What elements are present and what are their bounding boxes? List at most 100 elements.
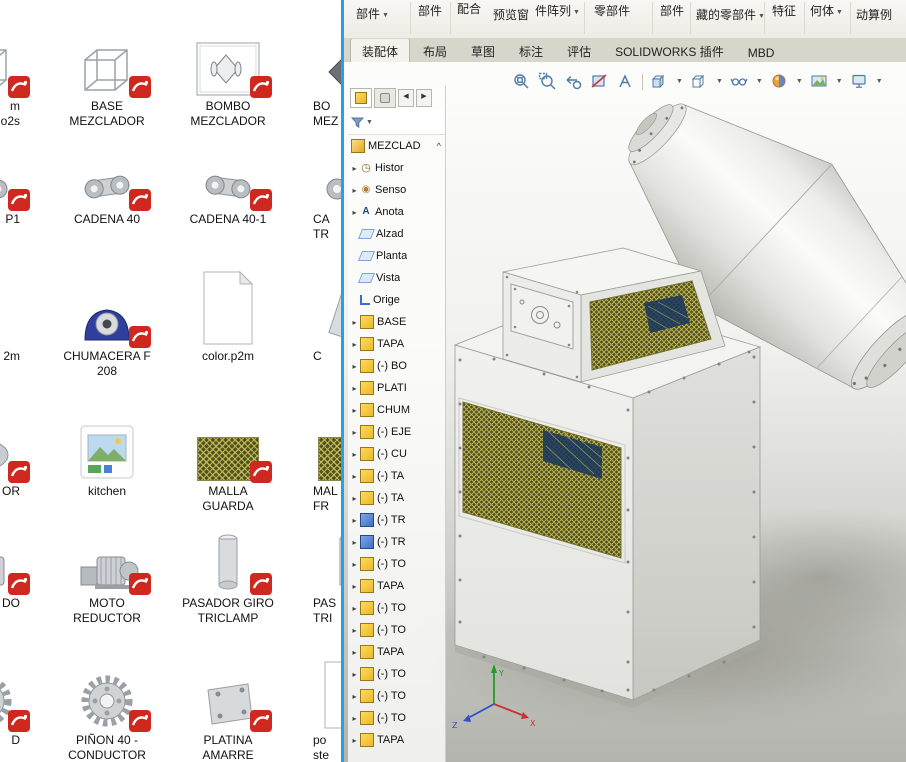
- tab-sketch[interactable]: 草图: [460, 39, 506, 63]
- tab-evaluate[interactable]: 评估: [556, 39, 602, 63]
- ribbon-command[interactable]: 部件: [418, 2, 442, 19]
- file-item[interactable]: BOMBOMEZCLADOR: [168, 18, 288, 129]
- expand-icon[interactable]: ▸: [350, 208, 359, 217]
- tree-item[interactable]: ▸(-) TR: [348, 509, 445, 531]
- tree-root[interactable]: MEZCLAD ^: [348, 135, 445, 157]
- hide-show-items-icon[interactable]: [730, 72, 749, 91]
- file-item[interactable]: D: [0, 652, 46, 748]
- expand-icon[interactable]: ▸: [350, 472, 359, 481]
- viewport[interactable]: Y X Z ▼ ▼ ▼ ▼: [344, 62, 906, 762]
- expand-icon[interactable]: ▸: [350, 736, 359, 745]
- dropdown-caret-icon[interactable]: ▼: [876, 78, 883, 85]
- expand-icon[interactable]: ▸: [350, 692, 359, 701]
- tree-item[interactable]: ▸Senso: [348, 179, 445, 201]
- expand-icon[interactable]: ▸: [350, 604, 359, 613]
- expand-icon[interactable]: ▸: [350, 582, 359, 591]
- dropdown-caret-icon[interactable]: ▼: [836, 78, 843, 85]
- tree-item[interactable]: ▸(-) TO: [348, 663, 445, 685]
- expand-icon[interactable]: ▸: [350, 626, 359, 635]
- property-manager-tab[interactable]: [374, 88, 396, 108]
- file-item[interactable]: CADENA 40-1: [168, 131, 288, 227]
- tree-item[interactable]: ▸(-) TA: [348, 465, 445, 487]
- ribbon-command[interactable]: 配合: [457, 0, 481, 17]
- file-item[interactable]: PIÑON 40 -CONDUCTOR: [47, 652, 167, 762]
- file-item[interactable]: PASTRI: [289, 515, 341, 626]
- expand-icon[interactable]: ▸: [350, 538, 359, 547]
- dropdown-caret-icon[interactable]: ▼: [756, 78, 763, 85]
- section-view-icon[interactable]: [590, 72, 609, 91]
- file-item[interactable]: kitchen: [47, 403, 167, 499]
- tree-item[interactable]: ▸(-) TO: [348, 553, 445, 575]
- ribbon-command[interactable]: 藏的零部件▼: [696, 6, 765, 23]
- tree-item[interactable]: ▸TAPA: [348, 333, 445, 355]
- tree-item[interactable]: Planta: [348, 245, 445, 267]
- ribbon-command[interactable]: 部件: [660, 2, 684, 19]
- file-item[interactable]: PASADOR GIROTRICLAMP: [168, 515, 288, 626]
- zoom-fit-icon[interactable]: [512, 72, 531, 91]
- ribbon-command[interactable]: 零部件: [594, 2, 630, 19]
- expand-icon[interactable]: ▸: [350, 340, 359, 349]
- view-settings-icon[interactable]: [850, 72, 869, 91]
- file-item[interactable]: CHUMACERA F208: [47, 268, 167, 379]
- file-item[interactable]: DO: [0, 515, 46, 611]
- tree-filter[interactable]: ▼: [348, 110, 445, 135]
- tree-item[interactable]: ▸(-) TO: [348, 707, 445, 729]
- tab-layout[interactable]: 布局: [412, 39, 458, 63]
- feature-tree-tab[interactable]: [350, 88, 372, 108]
- file-item[interactable]: CATR: [289, 131, 341, 242]
- file-item[interactable]: BOMEZ: [289, 18, 341, 129]
- view-orientation-icon[interactable]: [650, 72, 669, 91]
- dropdown-caret-icon[interactable]: ▼: [796, 78, 803, 85]
- expand-icon[interactable]: ▸: [350, 670, 359, 679]
- tree-item[interactable]: ▸(-) TO: [348, 685, 445, 707]
- ribbon-command[interactable]: 动算例: [856, 6, 892, 23]
- expand-icon[interactable]: ▸: [350, 560, 359, 569]
- dropdown-caret-icon[interactable]: ▼: [716, 78, 723, 85]
- tree-item[interactable]: Orige: [348, 289, 445, 311]
- apply-scene-icon[interactable]: [810, 72, 829, 91]
- tree-item[interactable]: ▸(-) TO: [348, 619, 445, 641]
- file-item[interactable]: color.p2m: [168, 268, 288, 364]
- tree-item[interactable]: ▸(-) TR: [348, 531, 445, 553]
- tree-item[interactable]: Vista: [348, 267, 445, 289]
- tab-annotation[interactable]: 标注: [508, 39, 554, 63]
- ribbon-command[interactable]: 预览窗: [493, 6, 529, 23]
- expand-icon[interactable]: ▸: [350, 714, 359, 723]
- tree-item[interactable]: Alzad: [348, 223, 445, 245]
- tree-item[interactable]: ▸Histor: [348, 157, 445, 179]
- tab-solidworks-addins[interactable]: SOLIDWORKS 插件: [604, 39, 735, 63]
- expand-icon[interactable]: ▸: [350, 406, 359, 415]
- file-item[interactable]: MALFR: [289, 403, 341, 514]
- tree-item[interactable]: ▸Anota: [348, 201, 445, 223]
- file-item[interactable]: P1: [0, 131, 46, 227]
- tree-item[interactable]: ▸(-) CU: [348, 443, 445, 465]
- ribbon-command[interactable]: 部件▼: [356, 5, 389, 22]
- expand-icon[interactable]: ▸: [350, 186, 359, 195]
- file-item[interactable]: CADENA 40: [47, 131, 167, 227]
- tree-item[interactable]: ▸TAPA: [348, 575, 445, 597]
- ribbon-command[interactable]: 特征: [772, 2, 796, 19]
- dynamic-annotation-icon[interactable]: [616, 72, 635, 91]
- file-item[interactable]: OR: [0, 403, 46, 499]
- file-item[interactable]: MOTOREDUCTOR: [47, 515, 167, 626]
- expand-icon[interactable]: ▸: [350, 318, 359, 327]
- tab-assembly[interactable]: 装配体: [350, 38, 410, 64]
- dropdown-caret-icon[interactable]: ▼: [676, 78, 683, 85]
- tree-item[interactable]: ▸(-) TA: [348, 487, 445, 509]
- file-item[interactable]: PLATINAAMARRE: [168, 652, 288, 762]
- tree-item[interactable]: ▸TAPA: [348, 641, 445, 663]
- panel-forward-button[interactable]: ▶: [416, 89, 432, 107]
- tab-mbd[interactable]: MBD: [737, 42, 786, 63]
- expand-icon[interactable]: ▸: [350, 164, 359, 173]
- tree-item[interactable]: ▸CHUM: [348, 399, 445, 421]
- display-style-icon[interactable]: [690, 72, 709, 91]
- tree-item[interactable]: ▸PLATI: [348, 377, 445, 399]
- file-item[interactable]: C: [289, 268, 341, 364]
- dropdown-caret-icon[interactable]: ▼: [366, 119, 373, 126]
- tree-item[interactable]: ▸TAPA: [348, 729, 445, 751]
- file-item[interactable]: BASEMEZCLADOR: [47, 18, 167, 129]
- file-item[interactable]: MALLAGUARDA: [168, 403, 288, 514]
- expand-icon[interactable]: ▸: [350, 648, 359, 657]
- collapse-icon[interactable]: ^: [437, 141, 445, 151]
- expand-icon[interactable]: ▸: [350, 516, 359, 525]
